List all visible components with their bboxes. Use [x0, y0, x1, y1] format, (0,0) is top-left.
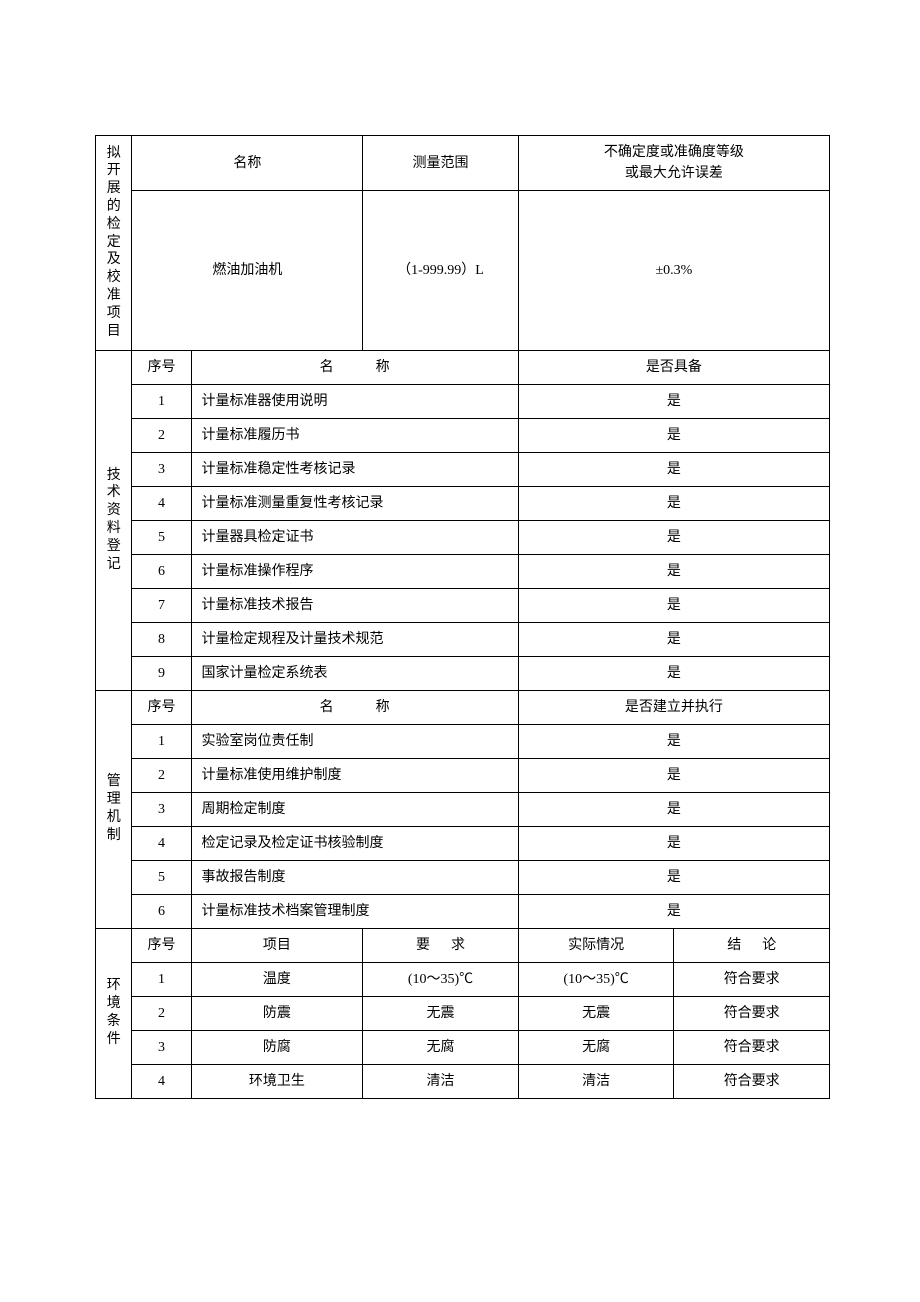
table-row: 5事故报告制度是: [96, 861, 830, 895]
section1-header-range: 测量范围: [363, 136, 519, 191]
table-row: 3计量标准稳定性考核记录是: [96, 453, 830, 487]
section1-header-name: 名称: [132, 136, 363, 191]
section4-header-seq: 序号: [132, 929, 191, 963]
table-row: 5计量器具检定证书是: [96, 521, 830, 555]
section2-header-status: 是否具备: [518, 351, 829, 385]
table-row: 2防震无震无震符合要求: [96, 997, 830, 1031]
section1-header-uncertainty: 不确定度或准确度等级或最大允许误差: [518, 136, 829, 191]
section3-header-seq: 序号: [132, 691, 191, 725]
section4-header-req: 要求: [363, 929, 519, 963]
section2-header-seq: 序号: [132, 351, 191, 385]
table-row: 3周期检定制度是: [96, 793, 830, 827]
table-row: 4检定记录及检定证书核验制度是: [96, 827, 830, 861]
table-row: 7计量标准技术报告是: [96, 589, 830, 623]
section4-header-item: 项目: [191, 929, 363, 963]
table-row: 8计量检定规程及计量技术规范是: [96, 623, 830, 657]
section3-header-name: 名称: [191, 691, 518, 725]
section1-row-range: （1-999.99）L: [363, 191, 519, 351]
table-row: 2计量标准使用维护制度是: [96, 759, 830, 793]
assessment-table: 拟开展的检定及校准项目 名称 测量范围 不确定度或准确度等级或最大允许误差 燃油…: [95, 135, 830, 1099]
table-row: 1温度(10～35)℃(10～35)℃符合要求: [96, 963, 830, 997]
section1-row-name: 燃油加油机: [132, 191, 363, 351]
section1-row-uncertainty: ±0.3%: [518, 191, 829, 351]
table-row: 4计量标准测量重复性考核记录是: [96, 487, 830, 521]
table-row: 9国家计量检定系统表是: [96, 657, 830, 691]
section4-header-actual: 实际情况: [518, 929, 674, 963]
section4-header-conclusion: 结论: [674, 929, 830, 963]
table-row: 1计量标准器使用说明是: [96, 385, 830, 419]
section2-label: 技术资料登记: [96, 351, 132, 691]
table-row: 6计量标准技术档案管理制度是: [96, 895, 830, 929]
section1-label: 拟开展的检定及校准项目: [96, 136, 132, 351]
section4-label: 环境条件: [96, 929, 132, 1099]
section3-header-status: 是否建立并执行: [518, 691, 829, 725]
table-row: 3防腐无腐无腐符合要求: [96, 1031, 830, 1065]
section2-header-name: 名称: [191, 351, 518, 385]
table-row: 6计量标准操作程序是: [96, 555, 830, 589]
table-row: 2计量标准履历书是: [96, 419, 830, 453]
section3-label: 管理机制: [96, 691, 132, 929]
table-row: 4环境卫生清洁清洁符合要求: [96, 1065, 830, 1099]
table-row: 1实验室岗位责任制是: [96, 725, 830, 759]
